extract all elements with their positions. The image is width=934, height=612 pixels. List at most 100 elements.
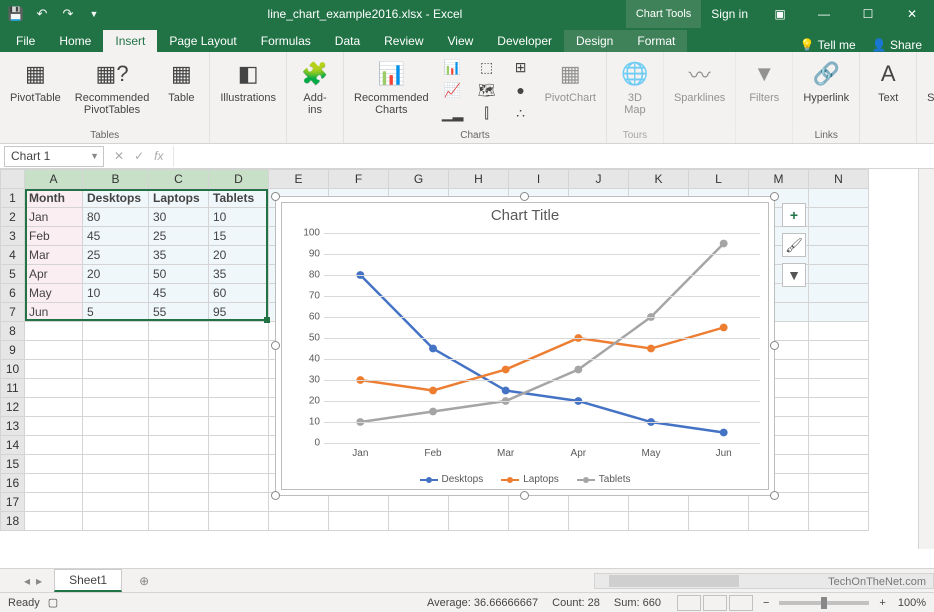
3d-map-button[interactable]: 🌐3D Map [613, 56, 657, 118]
legend-item[interactable]: Tablets [577, 474, 631, 485]
cell[interactable] [209, 493, 269, 512]
chart-plot-area[interactable]: 0102030405060708090100JanFebMarAprMayJun [324, 233, 760, 443]
scatter-chart-icon[interactable]: ∴ [507, 102, 535, 124]
cell[interactable] [509, 512, 569, 531]
cell[interactable]: 25 [83, 246, 149, 265]
minimize-icon[interactable]: — [802, 0, 846, 28]
cell[interactable] [809, 189, 869, 208]
cell[interactable] [809, 265, 869, 284]
new-sheet-button[interactable]: ⊕ [134, 571, 154, 591]
cell[interactable] [329, 512, 389, 531]
cell[interactable] [629, 512, 689, 531]
chart-object[interactable]: Chart Title 0102030405060708090100JanFeb… [275, 196, 775, 496]
cell[interactable] [689, 512, 749, 531]
resize-handle[interactable] [271, 341, 280, 350]
recommended-pivottables-button[interactable]: ▦?Recommended PivotTables [71, 56, 154, 118]
chart-legend[interactable]: DesktopsLaptopsTablets [282, 474, 768, 485]
tab-home[interactable]: Home [47, 30, 103, 52]
cell[interactable]: 95 [209, 303, 269, 322]
cell[interactable] [809, 360, 869, 379]
cell[interactable] [83, 322, 149, 341]
cell[interactable] [83, 341, 149, 360]
legend-item[interactable]: Laptops [501, 474, 559, 485]
cell[interactable]: 55 [149, 303, 209, 322]
vertical-scrollbar[interactable] [918, 169, 934, 549]
share-button[interactable]: 👤 Share [872, 38, 922, 52]
cell[interactable] [209, 379, 269, 398]
tab-page-layout[interactable]: Page Layout [157, 30, 248, 52]
cell[interactable]: Laptops [149, 189, 209, 208]
cell[interactable] [809, 493, 869, 512]
cell[interactable]: 80 [83, 208, 149, 227]
ribbon-display-options-icon[interactable]: ▣ [758, 0, 802, 28]
win-loss-chart-icon[interactable]: ▁▂ [439, 102, 467, 124]
cell[interactable]: 20 [209, 246, 269, 265]
row-header[interactable]: 10 [1, 360, 25, 379]
maximize-icon[interactable]: ☐ [846, 0, 890, 28]
column-chart-icon[interactable]: 📊 [439, 56, 467, 78]
zoom-level[interactable]: 100% [898, 597, 926, 609]
cell[interactable] [209, 398, 269, 417]
cell[interactable]: Jan [25, 208, 83, 227]
illustrations-button[interactable]: ◧Illustrations [216, 56, 280, 106]
cell[interactable] [809, 379, 869, 398]
cell[interactable] [25, 455, 83, 474]
macro-record-icon[interactable]: ▢ [48, 596, 58, 609]
cell[interactable] [25, 322, 83, 341]
column-header[interactable]: G [389, 170, 449, 189]
cell[interactable] [83, 417, 149, 436]
tab-data[interactable]: Data [323, 30, 372, 52]
cell[interactable]: 10 [83, 284, 149, 303]
cell[interactable] [25, 341, 83, 360]
cell[interactable] [25, 474, 83, 493]
cell[interactable]: 45 [83, 227, 149, 246]
column-header[interactable]: M [749, 170, 809, 189]
cell[interactable] [809, 341, 869, 360]
pie-chart-icon[interactable]: ● [507, 79, 535, 101]
row-header[interactable]: 14 [1, 436, 25, 455]
cell[interactable] [149, 512, 209, 531]
name-box[interactable]: Chart 1▼ [4, 146, 104, 167]
save-icon[interactable]: 💾 [6, 4, 26, 24]
zoom-slider[interactable] [779, 601, 869, 605]
column-header[interactable]: L [689, 170, 749, 189]
row-header[interactable]: 3 [1, 227, 25, 246]
cell[interactable] [149, 493, 209, 512]
scroll-thumb[interactable] [609, 575, 739, 587]
line-chart-icon[interactable]: 📈 [439, 79, 467, 101]
cell[interactable] [809, 436, 869, 455]
zoom-out-button[interactable]: − [763, 597, 769, 609]
namebox-dropdown-icon[interactable]: ▼ [86, 151, 103, 161]
row-header[interactable]: 7 [1, 303, 25, 322]
cell[interactable] [25, 436, 83, 455]
column-header[interactable]: B [83, 170, 149, 189]
column-header[interactable]: N [809, 170, 869, 189]
cell[interactable] [809, 512, 869, 531]
cell[interactable] [809, 322, 869, 341]
row-header[interactable]: 13 [1, 417, 25, 436]
cell[interactable] [209, 322, 269, 341]
resize-handle[interactable] [770, 192, 779, 201]
cell[interactable]: Jun [25, 303, 83, 322]
cell[interactable] [809, 227, 869, 246]
chart-title[interactable]: Chart Title [282, 203, 768, 224]
cell[interactable]: 35 [149, 246, 209, 265]
cell[interactable]: Month [25, 189, 83, 208]
pivottable-button[interactable]: ▦PivotTable [6, 56, 65, 106]
row-header[interactable]: 16 [1, 474, 25, 493]
tab-design[interactable]: Design [564, 30, 625, 52]
cell[interactable]: Tablets [209, 189, 269, 208]
chart-styles-button[interactable]: 🖌 [782, 233, 806, 257]
cell[interactable]: 25 [149, 227, 209, 246]
tab-file[interactable]: File [4, 30, 47, 52]
resize-handle[interactable] [770, 491, 779, 500]
cell[interactable] [209, 436, 269, 455]
tab-review[interactable]: Review [372, 30, 435, 52]
cell[interactable] [25, 512, 83, 531]
text-button[interactable]: AText [866, 56, 910, 106]
tab-insert[interactable]: Insert [103, 30, 157, 52]
cell[interactable] [83, 493, 149, 512]
addins-button[interactable]: 🧩Add- ins [293, 56, 337, 118]
cell[interactable] [809, 284, 869, 303]
cell[interactable] [83, 455, 149, 474]
